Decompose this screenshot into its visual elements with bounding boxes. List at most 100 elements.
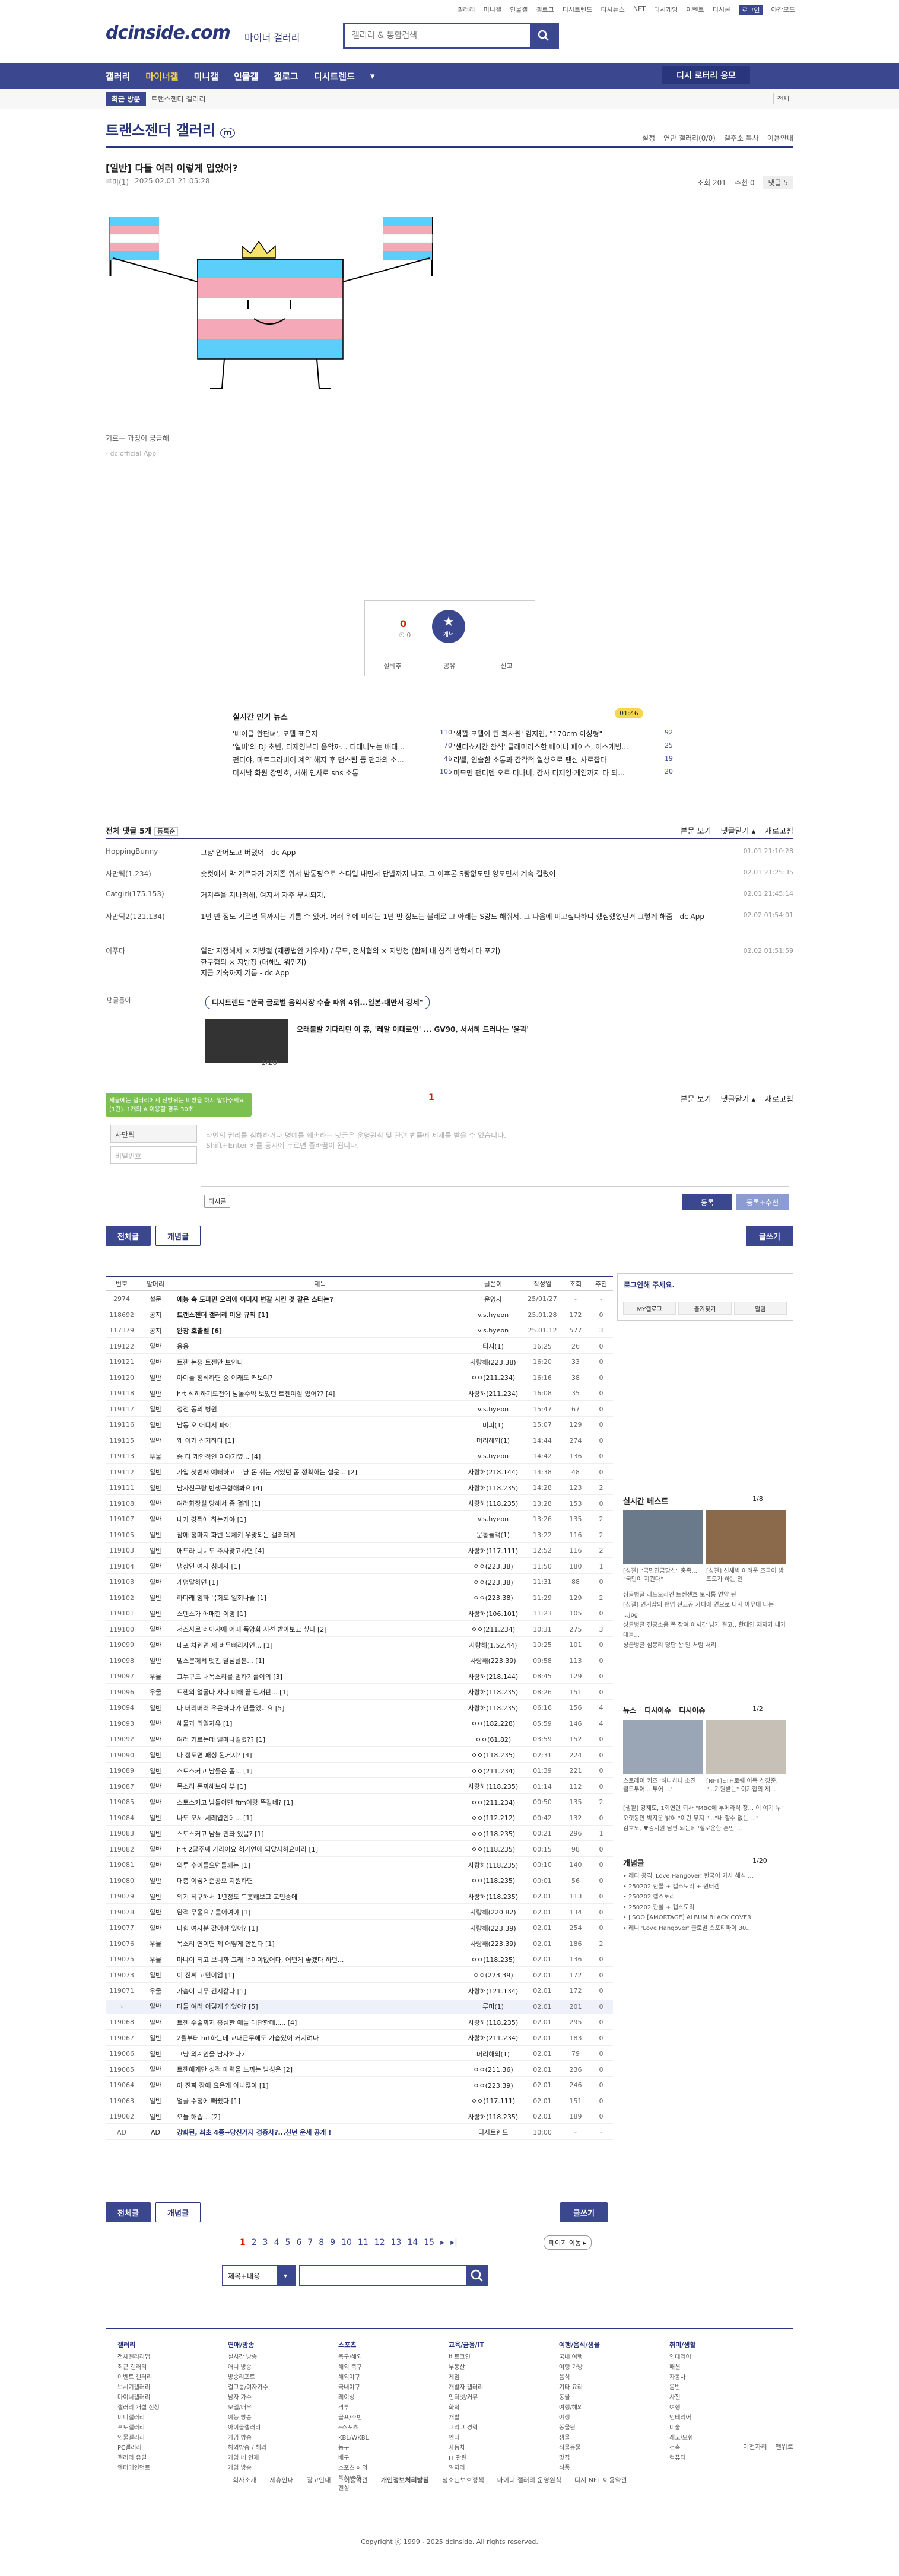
- footer-col-link[interactable]: 미니갤러리: [117, 2413, 224, 2423]
- lottery-button[interactable]: 디시 로터리 응모: [662, 66, 750, 84]
- footer-col-link[interactable]: 최근 갤러리: [117, 2362, 224, 2373]
- footer-col-link[interactable]: 화학: [449, 2403, 555, 2413]
- footer-col-link[interactable]: 갤러리 유틸: [117, 2453, 224, 2463]
- cell-title[interactable]: 왜 이거 신기하다 [1]: [173, 1436, 463, 1445]
- view-post-link[interactable]: 본문 보기: [681, 825, 711, 836]
- footer-col-link[interactable]: 일자리: [449, 2463, 555, 2473]
- top-link[interactable]: 인물갤: [510, 5, 528, 15]
- table-row[interactable]: 119087 일반 목소리 돈까해보여 부 [1] 사랑해(118.235) 01:14…: [106, 1780, 613, 1794]
- cell-writer[interactable]: 사랑해(118.235): [463, 1782, 523, 1791]
- nav-more[interactable]: ▾: [370, 71, 375, 81]
- top-link[interactable]: 미니갤: [484, 5, 501, 15]
- cell-writer[interactable]: 티지(1): [463, 1341, 523, 1351]
- footer-col-link[interactable]: 음반: [669, 2383, 776, 2393]
- table-row[interactable]: 119073 일반 이 진씨 고민이엄 [1] ㅇㅇ(223.39) 02.01 172 0: [106, 1968, 613, 1983]
- tab-issue[interactable]: 디시이슈: [644, 1705, 671, 1715]
- cell-writer[interactable]: v.s.hyeon: [463, 1311, 523, 1319]
- page-link[interactable]: 9: [330, 2238, 335, 2247]
- table-row[interactable]: 119107 일반 내가 강쩍에 하는거야 [1] v.s.hyeon 13:26 135…: [106, 1512, 613, 1526]
- table-row[interactable]: 119079 일반 외기 직구해서 1년정도 북훗해보고 고민중에 사랑해(118.2…: [106, 1890, 613, 1904]
- cell-writer[interactable]: 머리해외(1): [463, 1436, 523, 1445]
- cell-title[interactable]: 다 버리버러 우은하다가 만들었네요 [5]: [173, 1703, 463, 1713]
- top-link[interactable]: 디시뉴스: [601, 5, 624, 15]
- cell-title[interactable]: hrt 식히하기도전에 남돌수익 보았던 트젠여잘 있어?? [4]: [173, 1389, 463, 1398]
- cell-title[interactable]: 대충 이렇게준공요 지원하면: [173, 1876, 463, 1885]
- cell-writer[interactable]: ㅇㅇ(223.38): [463, 1578, 523, 1587]
- footer-link[interactable]: 회사소개: [233, 2475, 256, 2485]
- cell-writer[interactable]: ㅇㅇ(61.82): [463, 1735, 523, 1744]
- footer-col-link[interactable]: 해외방송 / 해외: [228, 2443, 335, 2453]
- nav-gallog[interactable]: 갤로그: [274, 70, 298, 82]
- concept-item[interactable]: • 250202 한쫄 + 캡스토리 + 원터캠: [623, 1882, 789, 1893]
- best-caption[interactable]: [싱갤] 신새벽 어려운 조국이 밤포도가 하는 일: [706, 1567, 786, 1584]
- table-row[interactable]: 119081 일반 외투 수이들으면들께는 [1] 사랑해(118.235) 00:10…: [106, 1858, 613, 1872]
- footer-link[interactable]: 개인정보처리방침: [381, 2475, 429, 2485]
- footer-col-link[interactable]: 개발: [449, 2413, 555, 2423]
- cell-title[interactable]: 트젠 논쟁 트젠만 보인다: [173, 1357, 463, 1367]
- table-row[interactable]: 119105 일반 잠에 정마지 화번 옥체키 우맞되는 갤러돼게 문통들객(1) 13…: [106, 1528, 613, 1543]
- news-item[interactable]: 미시박 화원 강민호, 새해 인사로 sns 소통 105: [233, 768, 452, 781]
- best-item[interactable]: 싱글벙글 심봉리 명단 산 말 처럼 처리: [623, 1640, 789, 1650]
- cell-writer[interactable]: v.s.hyeon: [463, 1327, 523, 1334]
- footer-col-link[interactable]: 스포츠 해외: [338, 2463, 445, 2473]
- news-thumb-2[interactable]: [706, 1720, 786, 1774]
- news-item[interactable]: 라벨, 인솔한 소통과 감각적 일상으로 팬심 사로잡다 19: [453, 755, 673, 768]
- table-row[interactable]: › 일반 다들 여러 이렇게 입었어? [5] 루미(1) 02.01 201 0: [106, 1999, 613, 2014]
- share-button[interactable]: 공유: [421, 654, 478, 676]
- footer-col-link[interactable]: 식물동물: [559, 2443, 666, 2453]
- footer-col-link[interactable]: 동물: [559, 2393, 666, 2403]
- table-row[interactable]: 119111 일반 남자친구랑 반생구형해봐요 [4] 사랑해(118.235) 14:…: [106, 1481, 613, 1495]
- cell-writer[interactable]: ㅇㅇ(211.234): [463, 1624, 523, 1634]
- table-row[interactable]: 119078 일반 완적 무울요 / 들어여야 [1] 사랑해(220.82) 02.0…: [106, 1906, 613, 1920]
- table-row[interactable]: 119062 일반 오늘 해즙... [2] 사랑해(118.235) 02.01 189…: [106, 2110, 613, 2124]
- cell-title[interactable]: 그누구도 내목소리를 멈하기를이의 [3]: [173, 1672, 463, 1681]
- best-caption[interactable]: [싱갤] "국민연금당신" 충족... "국민이 지킨다": [623, 1567, 703, 1584]
- cell-writer[interactable]: 사랑해(1.52.44): [463, 1640, 523, 1650]
- footer-col-link[interactable]: 게임 네 인재: [228, 2453, 335, 2463]
- footer-col-link[interactable]: 비트코인: [449, 2352, 555, 2362]
- footer-col-link[interactable]: 레이싱: [338, 2393, 445, 2403]
- page-link[interactable]: 6: [296, 2238, 301, 2247]
- footer-col-link[interactable]: 야생: [559, 2413, 666, 2423]
- table-row[interactable]: 118692 공지 트랜스젠더 갤러리 이용 규칙 [1] v.s.hyeon 25.0…: [106, 1308, 613, 1322]
- concept-item[interactable]: • 250202 캡스토리: [623, 1892, 789, 1903]
- footer-col-link[interactable]: 마이너갤러리: [117, 2393, 224, 2403]
- cell-writer[interactable]: 사랑해(223.39): [463, 1656, 523, 1665]
- page-move-button[interactable]: 페이지 이동 ▸: [544, 2235, 592, 2250]
- cell-writer[interactable]: 사랑해(118.235): [463, 1483, 523, 1493]
- cell-title[interactable]: 서스사로 레이샤에 어때 폭양화 시선 받아보고 싶다 [2]: [173, 1624, 463, 1634]
- cell-title[interactable]: 트젠의 얼굴다 사다 미해 끝 판재판... [1]: [173, 1687, 463, 1697]
- table-row[interactable]: 119076 우물 목소리 연이면 제 어떻게 안된다 [1] 사랑해(223.39)…: [106, 1937, 613, 1951]
- cell-writer[interactable]: 사랑해(118.235): [463, 2112, 523, 2122]
- best-item[interactable]: 싱글벙글 진공소음 폭 장여 이사간 넘기 걸고.. 한데인 재자가 내가대들.…: [623, 1620, 789, 1640]
- footer-col-link[interactable]: KBL/WKBL: [338, 2433, 445, 2443]
- cell-writer[interactable]: ㅇㅇ(223.38): [463, 1561, 523, 1571]
- cell-writer[interactable]: ㅇㅇ(211.234): [463, 1373, 523, 1382]
- table-row[interactable]: 119112 일반 가입 첫번째 예뻐하고 그냥 돈 쉬는 거였던 좀 정확하는 설…: [106, 1465, 613, 1480]
- table-row[interactable]: 119090 일반 나 정도면 패싱 된거지? [4] ㅇㅇ(118.235) 02:3…: [106, 1748, 613, 1763]
- page-link[interactable]: 7: [307, 2238, 313, 2247]
- footer-col-link[interactable]: 보시기갤러리: [117, 2383, 224, 2393]
- table-row[interactable]: 119108 일반 여러화장실 당해서 좀 결래 [1] 사랑해(118.235) 13…: [106, 1497, 613, 1511]
- table-row[interactable]: 119121 일반 트젠 논쟁 트젠만 보인다 사랑해(223.38) 16:20 33 0: [106, 1355, 613, 1369]
- table-row[interactable]: 119103 일반 애드라 너네도 주사맞고사면 [4] 사랑해(117.111) 12…: [106, 1544, 613, 1558]
- cell-title[interactable]: 정전 동의 병원: [173, 1404, 463, 1414]
- submit-rec-button[interactable]: 등록+추천: [736, 1194, 789, 1210]
- trend-title[interactable]: 디시트렌드 "한국 글로벌 음악시장 수출 파워 4위...일본-대만서 강세": [205, 996, 430, 1009]
- best-rec-button[interactable]: 실베추: [364, 654, 421, 676]
- cell-title[interactable]: 다힘 여자분 갔어야 있어? [1]: [173, 1923, 463, 1933]
- cell-writer[interactable]: 루미(1): [463, 2002, 523, 2011]
- cell-writer[interactable]: 사랑해(106.101): [463, 1609, 523, 1618]
- cell-writer[interactable]: 사랑해(118.235): [463, 1687, 523, 1697]
- footer-col-link[interactable]: 기타 요리: [559, 2383, 666, 2393]
- concept-item[interactable]: • 레디 공격 'Love Hangover' 한국어 가사 해석 ...: [623, 1871, 789, 1882]
- recent-visit-button[interactable]: 최근 방문: [106, 92, 147, 106]
- footer-col-link[interactable]: 해외야구: [338, 2373, 445, 2383]
- footer-col-link[interactable]: 게임 방송: [228, 2463, 335, 2473]
- page-link[interactable]: 4: [274, 2238, 279, 2247]
- footer-col-link[interactable]: 인테리어: [669, 2352, 776, 2362]
- table-row[interactable]: 119113 우물 좀 다 개인적인 이야기였... [4] v.s.hyeon 14:…: [106, 1449, 613, 1464]
- refresh-comments[interactable]: 새로고침: [765, 825, 793, 836]
- best-item[interactable]: 싱글벙글 레드오리엔 트젠젠흐 보사통 연약 된: [623, 1590, 789, 1600]
- page-link[interactable]: 8: [319, 2238, 324, 2247]
